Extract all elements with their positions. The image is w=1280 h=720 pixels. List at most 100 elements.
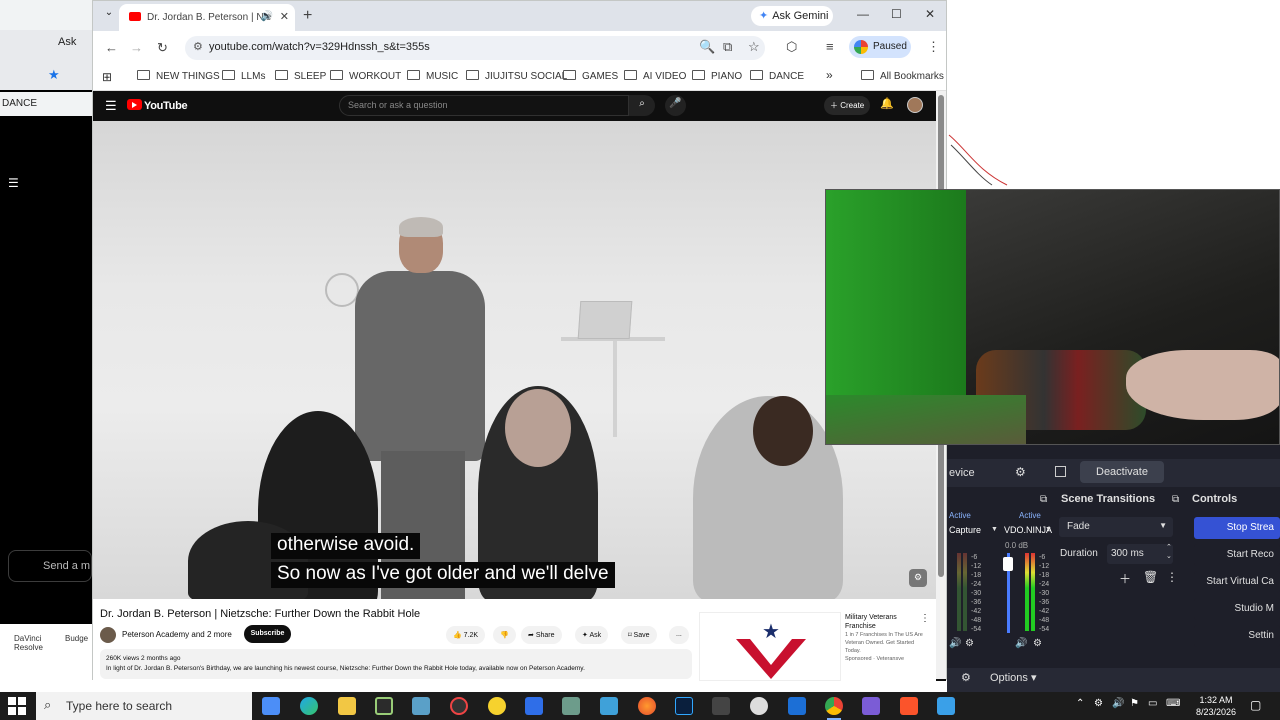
start-recording-button[interactable]: Start Reco (1194, 544, 1280, 566)
bookmark-star-icon[interactable]: ☆ (748, 39, 760, 55)
close-tab-icon[interactable]: ✕ (280, 10, 289, 23)
taskbar-clock[interactable]: 1:32 AM 8/23/2026 (1196, 694, 1236, 718)
minimize-button[interactable]: — (857, 7, 869, 21)
gear-icon[interactable]: ⚙ (1033, 638, 1042, 649)
user-avatar[interactable] (907, 97, 923, 113)
lightbulb-icon[interactable] (488, 697, 506, 715)
ask-gemini-button[interactable]: ✦ Ask Gemini (751, 6, 833, 26)
firefox-icon[interactable] (638, 697, 656, 715)
app-icon[interactable] (562, 697, 580, 715)
bookmark-llms[interactable]: LLMs (222, 70, 265, 82)
filters-icon[interactable] (1055, 466, 1066, 477)
bookmark-workout[interactable]: WORKOUT (330, 70, 401, 82)
gear-icon[interactable]: ⚙ (965, 638, 974, 649)
gear-icon[interactable]: ⚙ (961, 671, 971, 684)
transition-select[interactable]: Fade ▼ (1059, 517, 1173, 537)
chrome-menu-icon[interactable]: ⋮ (927, 39, 940, 55)
app-icon[interactable] (750, 697, 768, 715)
profile-paused-button[interactable]: Paused (849, 36, 911, 58)
ad-menu-icon[interactable]: ⋮ (920, 613, 930, 624)
channel-name[interactable]: Peterson Academy and 2 more (122, 630, 232, 639)
bookmark-sleep[interactable]: SLEEP (275, 70, 326, 82)
file-explorer-icon[interactable] (338, 697, 356, 715)
obs-icon[interactable] (375, 697, 393, 715)
speaker-icon[interactable]: 🔊 (949, 638, 961, 649)
app-icon[interactable] (600, 697, 618, 715)
dock-undock-icon[interactable]: ⧉ (1172, 494, 1179, 505)
studio-mode-button[interactable]: Studio M (1194, 598, 1280, 620)
photoshop-icon[interactable] (675, 697, 693, 715)
channel-avatar[interactable] (100, 627, 116, 643)
maximize-button[interactable]: ☐ (891, 7, 902, 21)
address-bar[interactable]: ⚙ youtube.com/watch?v=329Hdnssh_s&t=355s (185, 36, 765, 60)
search-icon[interactable]: ⌕ (629, 95, 655, 116)
dropdown-arrow-icon[interactable]: ▼ (991, 526, 998, 533)
brave-icon[interactable] (900, 697, 918, 715)
bookmark-dance[interactable]: DANCE (750, 70, 804, 82)
zoom-icon[interactable]: 🔍 (699, 39, 715, 55)
tab-search-button[interactable]: ⌄ (99, 7, 119, 25)
stop-streaming-button[interactable]: Stop Strea (1194, 517, 1280, 539)
desktop-icon-budget[interactable]: Budge (65, 634, 88, 643)
bookmark-games[interactable]: GAMES (563, 70, 618, 82)
extensions-icon[interactable]: ⬡ (786, 39, 797, 55)
microphone-icon[interactable]: 🎤 (665, 95, 686, 116)
app-icon[interactable] (937, 697, 955, 715)
youtube-search-input[interactable]: Search or ask a question (339, 95, 629, 116)
tray-icon[interactable]: ⚙ (1094, 698, 1103, 709)
video-player[interactable]: otherwise avoid. So now as I've got olde… (93, 121, 936, 599)
bookmark-piano[interactable]: PIANO (692, 70, 742, 82)
send-message-input[interactable]: Send a m (8, 550, 92, 582)
battery-icon[interactable]: ▭ (1148, 698, 1157, 709)
mixer-source-capture[interactable]: Capture (949, 525, 981, 535)
video-description[interactable]: 260K views 2 months ago In light of Dr. … (100, 649, 692, 679)
close-window-button[interactable]: ✕ (925, 7, 935, 21)
duration-input[interactable]: 300 ms (1107, 544, 1173, 564)
dock-undock-icon[interactable]: ⧉ (1040, 494, 1047, 505)
save-button[interactable]: ⌑ Save (621, 626, 657, 644)
tray-icon[interactable]: ⚑ (1130, 698, 1139, 709)
tab-youtube[interactable]: Dr. Jordan B. Peterson | Nie 🔊 ✕ (119, 4, 295, 31)
desktop-icon-davinci[interactable]: DaVinci Resolve (14, 634, 44, 652)
new-tab-button[interactable]: + (303, 7, 312, 25)
forward-button[interactable]: → (130, 40, 143, 55)
site-info-icon[interactable]: ⚙ (193, 40, 203, 53)
install-app-icon[interactable]: ⧉ (723, 39, 732, 55)
share-button[interactable]: ➦ Share (521, 626, 562, 644)
menu-icon[interactable]: ☰ (105, 98, 117, 114)
dislike-button[interactable]: 👎 (493, 626, 516, 644)
document-icon[interactable] (525, 697, 543, 715)
sidebar-toggle-icon[interactable]: ☰ (8, 176, 19, 190)
deactivate-button[interactable]: Deactivate (1080, 461, 1164, 483)
duration-spinner[interactable]: ⌃ ⌄ (1166, 543, 1172, 561)
windows-start-icon[interactable] (8, 697, 26, 715)
reload-button[interactable]: ↻ (157, 40, 168, 56)
volume-slider-knob[interactable] (1003, 557, 1013, 571)
network-icon[interactable]: ⌨ (1166, 698, 1180, 709)
audio-playing-icon[interactable]: 🔊 (261, 11, 273, 22)
star-icon[interactable]: ★ (48, 67, 60, 83)
bookmark-music[interactable]: MUSIC (407, 70, 458, 82)
apps-grid-icon[interactable]: ⊞ (102, 70, 112, 84)
app-icon[interactable] (862, 697, 880, 715)
calculator-icon[interactable] (262, 697, 280, 715)
dropdown-arrow-icon[interactable]: ▼ (1045, 526, 1052, 533)
notifications-bell-icon[interactable]: 🔔 (880, 97, 894, 110)
ad-text[interactable]: Military Veterans Franchise 1 in 7 Franc… (845, 613, 925, 663)
like-button[interactable]: 👍 7.2K (446, 626, 486, 644)
bookmark-jiujitsu-social[interactable]: JIUJITSU SOCIAL (466, 70, 567, 82)
player-overlay-icon[interactable]: ⚙ (909, 569, 927, 587)
more-options-icon[interactable]: ⋮ (1166, 570, 1178, 584)
chrome-icon[interactable] (825, 697, 843, 720)
tray-overflow-icon[interactable]: ⌃ (1076, 698, 1084, 709)
back-button[interactable]: ← (105, 40, 118, 55)
settings-button[interactable]: Settin (1194, 625, 1280, 647)
start-virtual-camera-button[interactable]: Start Virtual Ca (1194, 571, 1280, 593)
notification-icon[interactable]: ▢ (1250, 698, 1261, 712)
taskbar-search-input[interactable]: ⌕ Type here to search (36, 692, 252, 720)
background-dance-bookmark[interactable]: DANCE (0, 92, 92, 116)
gear-icon[interactable]: ⚙ (1015, 465, 1026, 479)
all-bookmarks-button[interactable]: All Bookmarks (861, 70, 944, 82)
bookmarks-overflow-button[interactable]: » (826, 68, 833, 82)
options-button[interactable]: Options ▾ (990, 671, 1037, 684)
